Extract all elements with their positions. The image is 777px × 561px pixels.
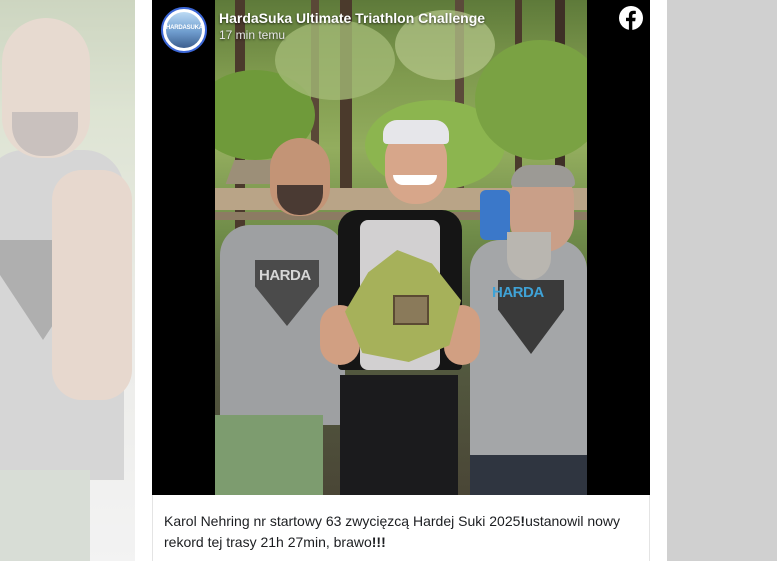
white-cap xyxy=(383,120,449,144)
person-right-hair xyxy=(511,165,575,187)
hoodie-print-text: HARDA xyxy=(259,267,311,284)
post-caption: Karol Nehring nr startowy 63 zwycięzcą H… xyxy=(164,511,638,553)
foliage xyxy=(275,20,395,100)
avatar-text: HARDASUKA xyxy=(166,25,203,31)
post-media[interactable]: HARDA HARDA HARDASUKA HardaSuka Ultimate… xyxy=(152,0,650,495)
trophy-plaque xyxy=(393,295,429,325)
hoodie-print-text: HARDA xyxy=(492,284,544,301)
facebook-post-embed: HARDA HARDA HARDASUKA HardaSuka Ultimate… xyxy=(135,0,667,561)
background-veil xyxy=(0,0,135,561)
black-tights xyxy=(340,375,458,495)
dark-pants xyxy=(470,455,587,495)
caption-emphasis-end: !!! xyxy=(371,534,386,550)
person-right-beard xyxy=(507,232,551,280)
facebook-icon[interactable] xyxy=(619,6,643,30)
page-avatar[interactable]: HARDASUKA xyxy=(161,7,207,53)
caption-text: Karol Nehring nr startowy 63 zwycięzcą H… xyxy=(164,513,521,529)
blue-towel xyxy=(480,190,510,240)
blurred-background-image xyxy=(0,0,135,561)
post-timestamp[interactable]: 17 min temu xyxy=(219,28,285,42)
post-photo[interactable]: HARDA HARDA xyxy=(215,0,587,495)
green-shorts xyxy=(215,415,323,495)
page-name-link[interactable]: HardaSuka Ultimate Triathlon Challenge xyxy=(219,10,485,26)
right-gray-area xyxy=(667,0,777,561)
smile xyxy=(393,175,437,185)
